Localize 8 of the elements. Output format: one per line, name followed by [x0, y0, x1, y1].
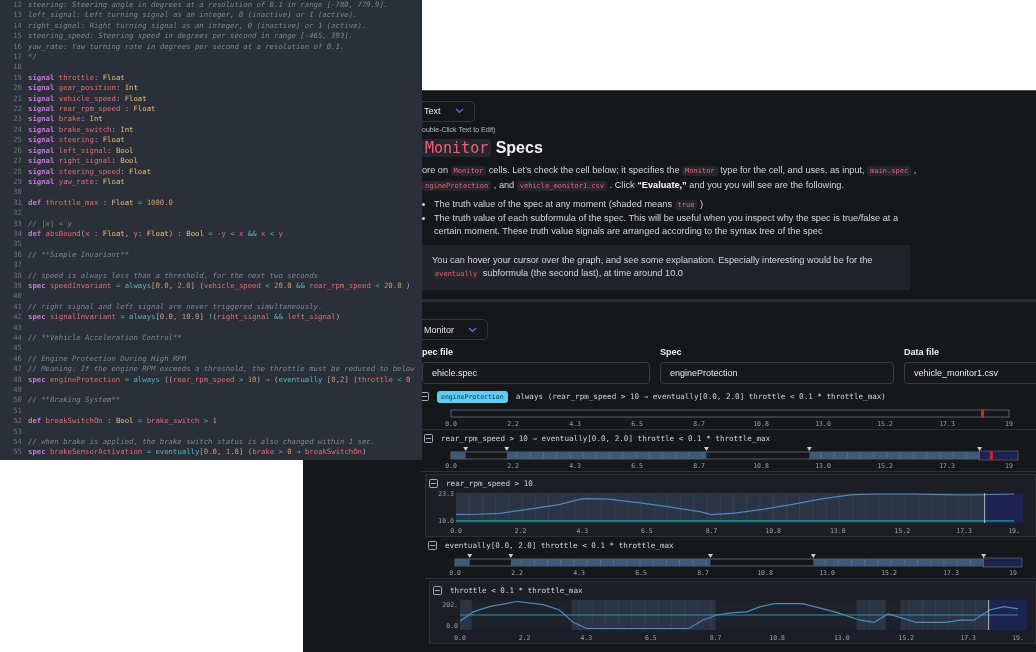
input-field[interactable]: ehicle.spec	[422, 362, 650, 384]
list-item: The truth value of each subformula of the spec. This will be useful when you inspect why the spec is true/false at a certain moment. These truth value signals are arranged according to the syntax tree of the spec	[434, 211, 900, 238]
input-field[interactable]: engineProtection	[660, 362, 894, 384]
field-label: pec file	[422, 347, 454, 358]
input-field[interactable]: vehicle_monitor1.csv	[904, 362, 1036, 384]
field-label: Data file	[904, 347, 940, 358]
cell-heading: Monitor Specs	[422, 136, 1036, 159]
field-label: Spec	[660, 347, 683, 358]
